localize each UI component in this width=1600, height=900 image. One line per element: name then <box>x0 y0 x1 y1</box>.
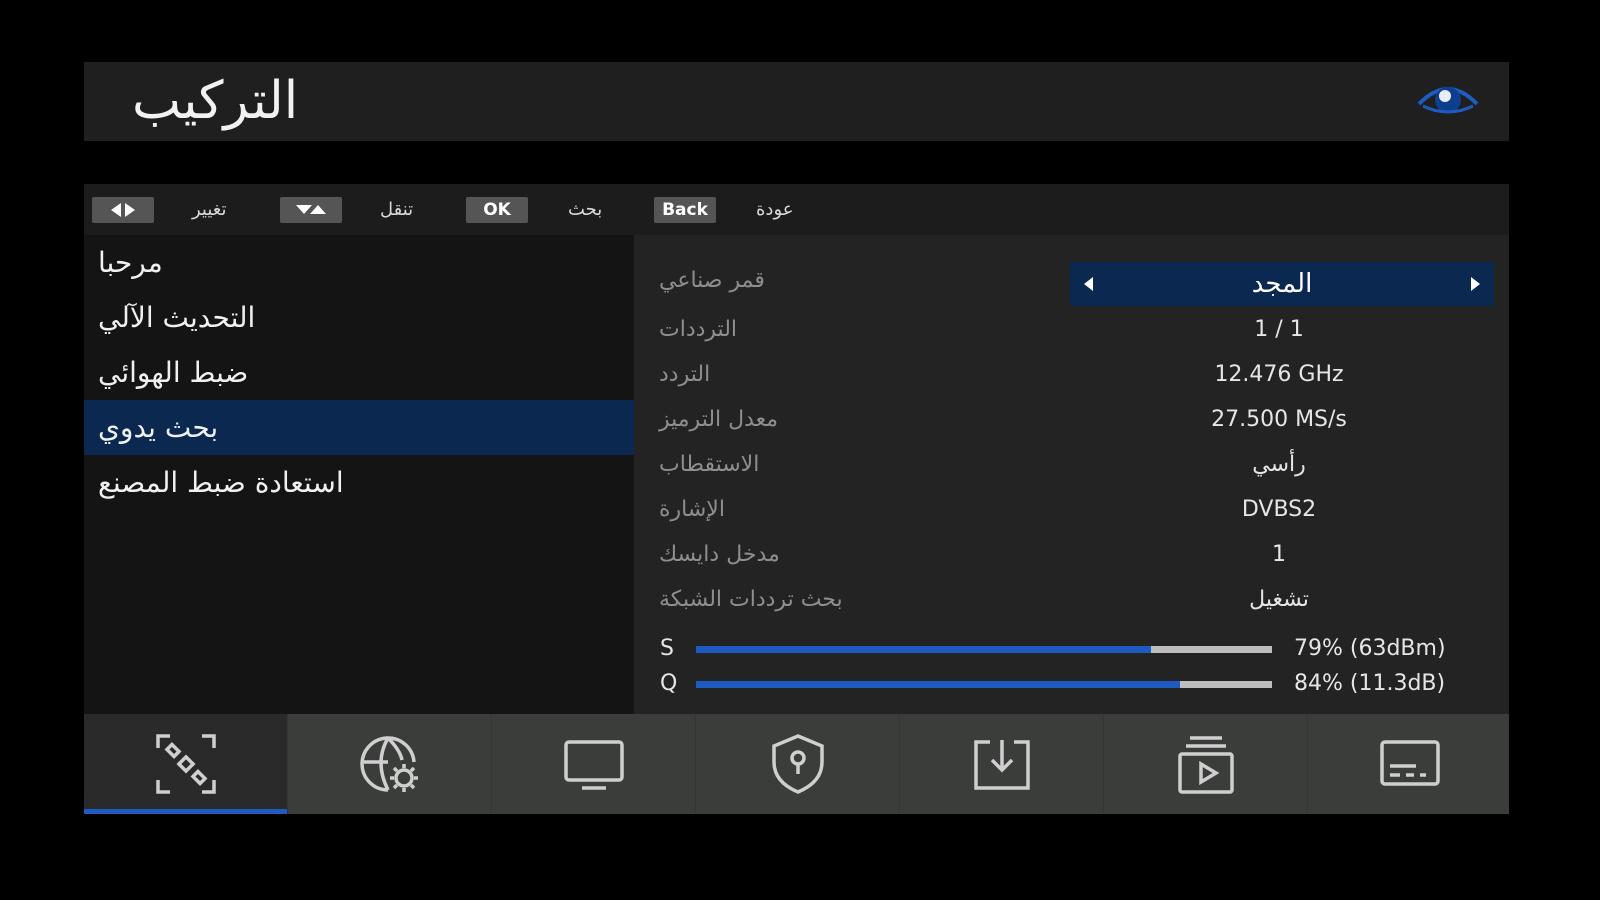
left-right-arrows-icon[interactable] <box>92 197 154 223</box>
back-key-button[interactable]: Back <box>654 197 716 223</box>
transponders-label: الترددات <box>659 317 738 342</box>
shield-lock-icon <box>772 734 824 794</box>
menu-item-label: استعادة ضبط المصنع <box>98 466 344 499</box>
menu-item-label: التحديث الآلي <box>98 301 256 334</box>
broadcaster-eye-logo <box>1417 87 1479 114</box>
hint-bar: تغيير تنقل OK بحث Back عودة <box>84 184 1509 235</box>
signal-quality-readout: 84% (11.3dB) <box>1294 671 1446 696</box>
signal-quality-meter: Q 84% (11.3dB) <box>634 669 1509 699</box>
signal-quality-track <box>696 681 1272 688</box>
bottom-tab-bar <box>84 714 1509 814</box>
menu-item-auto-update[interactable]: التحديث الآلي <box>84 290 634 345</box>
tab-installation[interactable] <box>84 714 288 814</box>
media-play-icon <box>1178 736 1234 794</box>
up-down-arrows-icon[interactable] <box>280 197 342 223</box>
setup-menu: مرحبا التحديث الآلي ضبط الهوائي بحث يدوي… <box>84 235 634 714</box>
diseqc-value: 1 <box>1272 542 1286 567</box>
row-diseqc[interactable]: مدخل دايسك 1 <box>634 533 1509 577</box>
satellite-label: قمر صناعي <box>659 268 765 293</box>
row-frequency[interactable]: التردد 12.476 GHz <box>634 353 1509 397</box>
row-symbol-rate[interactable]: معدل الترميز 27.500 MS/s <box>634 398 1509 442</box>
monitor-icon <box>564 740 624 790</box>
menu-item-label: ضبط الهوائي <box>98 356 249 389</box>
row-satellite[interactable]: قمر صناعي المجد <box>634 259 1509 309</box>
header-bar: التركيب <box>84 62 1509 141</box>
menu-item-antenna-setup[interactable]: ضبط الهوائي <box>84 345 634 400</box>
satellite-value: المجد <box>1251 269 1313 299</box>
globe-gear-icon <box>360 736 418 792</box>
row-signal-type[interactable]: الإشارة DVBS2 <box>634 488 1509 532</box>
signal-type-value: DVBS2 <box>1241 497 1317 522</box>
frequency-label: التردد <box>659 362 711 387</box>
menu-item-manual-search[interactable]: بحث يدوي <box>84 400 634 455</box>
ok-key-button[interactable]: OK <box>466 197 528 223</box>
network-search-value: تشغيل <box>1249 587 1309 612</box>
settings-panel: قمر صناعي المجد الترددات 1 / 1 التردد 12… <box>634 235 1509 714</box>
polarization-label: الاستقطاب <box>659 452 760 477</box>
menu-item-factory-reset[interactable]: استعادة ضبط المصنع <box>84 455 634 510</box>
hint-navigate-label: تنقل <box>380 199 414 220</box>
menu-item-welcome[interactable]: مرحبا <box>84 235 634 290</box>
diseqc-label: مدخل دايسك <box>659 542 780 567</box>
tab-network-settings[interactable] <box>288 714 492 814</box>
main-panel: تغيير تنقل OK بحث Back عودة مرحبا التحدي… <box>84 184 1509 714</box>
row-polarization[interactable]: الاستقطاب رأسي <box>634 443 1509 487</box>
signal-type-label: الإشارة <box>659 497 725 522</box>
network-search-label: بحث ترددات الشبكة <box>659 587 843 612</box>
menu-item-label: بحث يدوي <box>98 411 219 444</box>
hint-search-label: بحث <box>568 199 603 220</box>
signal-strength-fill <box>696 646 1152 653</box>
tab-media-player[interactable] <box>1104 714 1308 814</box>
satellite-icon <box>156 734 216 794</box>
frequency-value: 12.476 GHz <box>1214 362 1344 387</box>
hint-back-label: عودة <box>756 199 794 220</box>
signal-quality-letter: Q <box>660 671 678 696</box>
satellite-selector[interactable]: المجد <box>1070 262 1494 306</box>
subtitles-icon <box>1380 740 1440 786</box>
transponders-value: 1 / 1 <box>1254 317 1304 342</box>
tab-subtitles[interactable] <box>1308 714 1511 814</box>
signal-strength-letter: S <box>660 636 674 661</box>
row-network-search[interactable]: بحث ترددات الشبكة تشغيل <box>634 578 1509 622</box>
symbol-rate-label: معدل الترميز <box>659 407 779 432</box>
row-transponders[interactable]: الترددات 1 / 1 <box>634 308 1509 352</box>
signal-strength-meter: S 79% (63dBm) <box>634 634 1509 664</box>
polarization-value: رأسي <box>1252 452 1306 477</box>
tab-software-update[interactable] <box>900 714 1104 814</box>
symbol-rate-value: 27.500 MS/s <box>1211 407 1347 432</box>
signal-strength-track <box>696 646 1272 653</box>
signal-quality-fill <box>696 681 1180 688</box>
arrow-right-icon[interactable] <box>1471 277 1480 291</box>
tab-display[interactable] <box>492 714 696 814</box>
tab-parental-lock[interactable] <box>696 714 900 814</box>
signal-strength-readout: 79% (63dBm) <box>1294 636 1446 661</box>
menu-item-label: مرحبا <box>98 246 163 279</box>
download-icon <box>974 740 1030 790</box>
hint-change-label: تغيير <box>192 199 227 220</box>
page-title: التركيب <box>132 71 299 131</box>
